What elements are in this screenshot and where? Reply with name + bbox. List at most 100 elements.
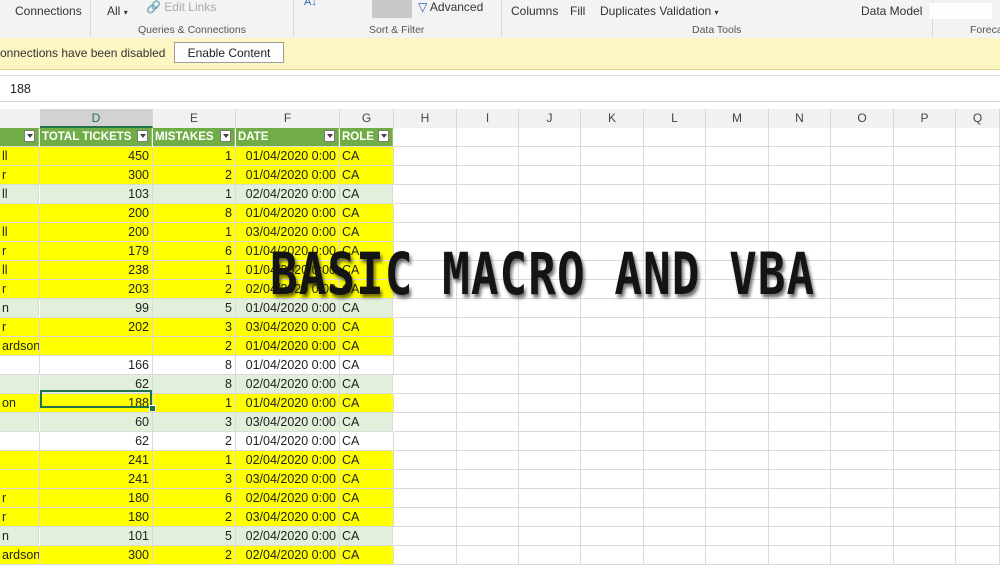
empty-cell[interactable]	[956, 318, 1000, 337]
empty-cell[interactable]	[956, 413, 1000, 432]
empty-cell[interactable]	[644, 318, 706, 337]
column-header-i[interactable]: I	[457, 109, 519, 128]
role-cell[interactable]: CA	[340, 413, 393, 432]
empty-cell[interactable]	[394, 337, 457, 356]
empty-cell[interactable]	[894, 223, 956, 242]
empty-cell[interactable]	[457, 470, 519, 489]
empty-cell[interactable]	[581, 128, 644, 147]
date-cell[interactable]: 03/04/2020 0:00	[236, 470, 340, 489]
empty-cell[interactable]	[519, 394, 581, 413]
empty-cell[interactable]	[519, 546, 581, 565]
advanced-filter-button[interactable]: ▽ Advanced	[418, 0, 483, 14]
name-cell[interactable]: ardson	[0, 337, 40, 356]
empty-cell[interactable]	[581, 318, 644, 337]
empty-cell[interactable]	[644, 204, 706, 223]
mistakes-cell[interactable]: 6	[153, 489, 236, 508]
empty-cell[interactable]	[519, 337, 581, 356]
empty-cell[interactable]	[706, 451, 769, 470]
total-tickets-cell[interactable]: 202	[40, 318, 153, 337]
header-date[interactable]: DATE	[236, 128, 339, 147]
formula-bar[interactable]: 188	[0, 75, 1000, 102]
empty-cell[interactable]	[956, 299, 1000, 318]
edit-links-button[interactable]: 🔗 Edit Links	[146, 0, 216, 14]
column-header-n[interactable]: N	[769, 109, 831, 128]
empty-cell[interactable]	[457, 337, 519, 356]
empty-cell[interactable]	[894, 337, 956, 356]
empty-cell[interactable]	[581, 166, 644, 185]
mistakes-cell[interactable]: 8	[153, 204, 236, 223]
empty-cell[interactable]	[706, 489, 769, 508]
empty-cell[interactable]	[769, 147, 831, 166]
role-cell[interactable]: CA	[340, 356, 394, 375]
empty-cell[interactable]	[831, 451, 894, 470]
role-cell[interactable]: CA	[340, 204, 394, 223]
empty-cell[interactable]	[519, 128, 581, 147]
empty-cell[interactable]	[956, 261, 1000, 280]
empty-cell[interactable]	[581, 356, 644, 375]
empty-cell[interactable]	[644, 508, 706, 527]
name-cell[interactable]	[0, 356, 40, 375]
empty-cell[interactable]	[831, 242, 894, 261]
date-cell[interactable]: 03/04/2020 0:00	[236, 318, 340, 337]
mistakes-cell[interactable]: 1	[153, 223, 236, 242]
empty-cell[interactable]	[519, 489, 581, 508]
empty-cell[interactable]	[457, 394, 519, 413]
empty-cell[interactable]	[831, 223, 894, 242]
empty-cell[interactable]	[644, 413, 706, 432]
empty-cell[interactable]	[831, 508, 894, 527]
name-cell[interactable]	[0, 375, 39, 394]
empty-cell[interactable]	[457, 413, 519, 432]
empty-cell[interactable]	[894, 375, 956, 394]
empty-cell[interactable]	[644, 128, 706, 147]
empty-cell[interactable]	[894, 546, 956, 565]
empty-cell[interactable]	[769, 546, 831, 565]
role-cell[interactable]: CA	[340, 470, 394, 489]
empty-cell[interactable]	[894, 394, 956, 413]
empty-cell[interactable]	[581, 451, 644, 470]
name-cell[interactable]: r	[0, 280, 40, 299]
filter-dropdown-icon[interactable]	[220, 130, 231, 142]
empty-cell[interactable]	[394, 527, 457, 546]
mistakes-cell[interactable]: 8	[153, 375, 236, 394]
empty-cell[interactable]	[457, 128, 519, 147]
column-header-l[interactable]: L	[644, 109, 706, 128]
column-header-e[interactable]: E	[153, 109, 236, 128]
role-cell[interactable]: CA	[340, 394, 394, 413]
worksheet-grid[interactable]: TOTAL TICKETS MISTAKES DATE ROLE ll 450 1 01/04…	[0, 128, 1000, 565]
empty-cell[interactable]	[956, 223, 1000, 242]
empty-cell[interactable]	[457, 451, 519, 470]
empty-cell[interactable]	[894, 128, 956, 147]
empty-cell[interactable]	[519, 527, 581, 546]
total-tickets-cell[interactable]: 180	[40, 508, 153, 527]
empty-cell[interactable]	[457, 356, 519, 375]
filter-dropdown-icon[interactable]	[378, 130, 389, 142]
empty-cell[interactable]	[644, 337, 706, 356]
refresh-all-button[interactable]: All ▾	[107, 4, 128, 18]
filter-dropdown-icon[interactable]	[24, 130, 35, 142]
empty-cell[interactable]	[394, 451, 457, 470]
empty-cell[interactable]	[394, 185, 457, 204]
empty-cell[interactable]	[581, 508, 644, 527]
empty-cell[interactable]	[769, 204, 831, 223]
date-cell[interactable]: 01/04/2020 0:00	[236, 166, 340, 185]
empty-cell[interactable]	[894, 489, 956, 508]
role-cell[interactable]: CA	[340, 318, 394, 337]
text-to-columns-button[interactable]: Columns	[511, 4, 558, 18]
empty-cell[interactable]	[831, 375, 894, 394]
empty-cell[interactable]	[956, 508, 1000, 527]
empty-cell[interactable]	[769, 394, 831, 413]
empty-cell[interactable]	[769, 470, 831, 489]
total-tickets-cell[interactable]: 62	[40, 375, 153, 394]
empty-cell[interactable]	[581, 394, 644, 413]
column-header-q[interactable]: Q	[956, 109, 1000, 128]
column-header-o[interactable]: O	[831, 109, 894, 128]
total-tickets-cell[interactable]: 62	[40, 432, 153, 451]
empty-cell[interactable]	[457, 489, 519, 508]
empty-cell[interactable]	[894, 451, 956, 470]
empty-cell[interactable]	[956, 527, 1000, 546]
empty-cell[interactable]	[831, 166, 894, 185]
empty-cell[interactable]	[457, 204, 519, 223]
empty-cell[interactable]	[831, 394, 894, 413]
name-cell[interactable]: r	[0, 318, 40, 337]
empty-cell[interactable]	[394, 375, 457, 394]
